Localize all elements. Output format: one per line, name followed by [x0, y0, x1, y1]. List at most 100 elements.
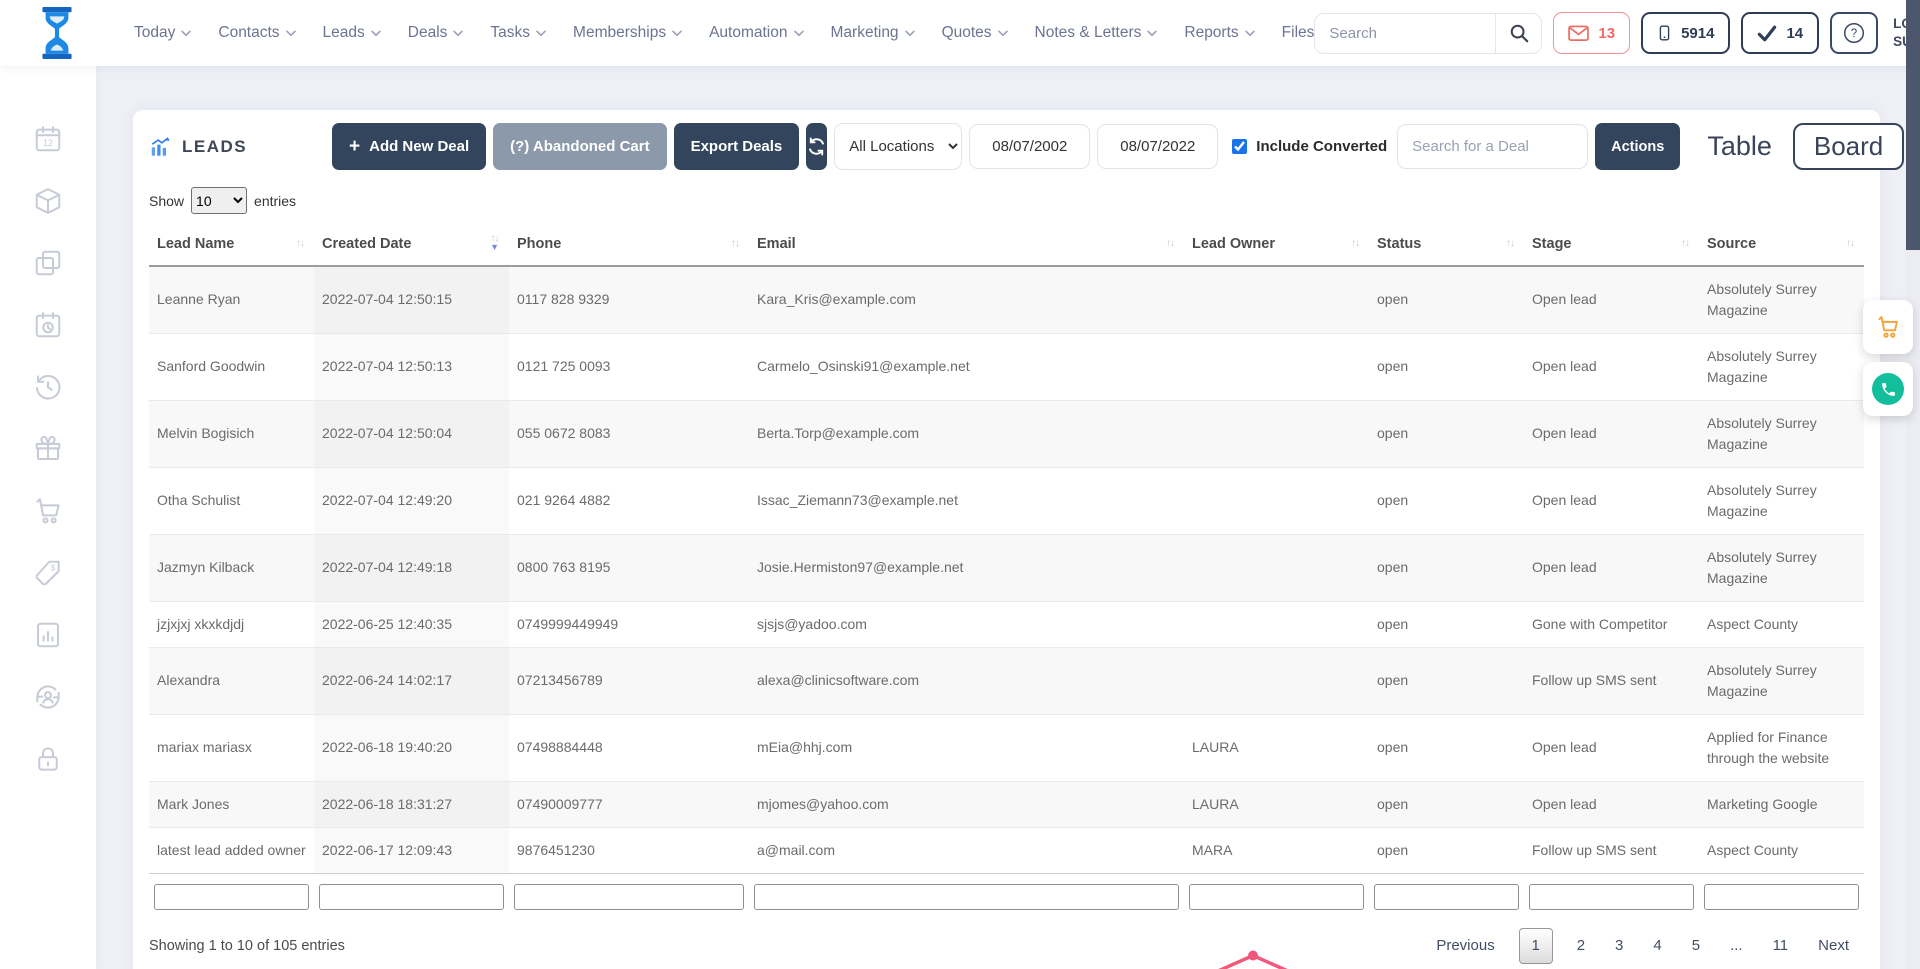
refresh-button[interactable]	[806, 123, 827, 170]
cell-stage: Open lead	[1524, 714, 1699, 781]
view-board-button[interactable]: Board	[1793, 123, 1904, 170]
column-header-created-date[interactable]: Created Date↑↓▼	[314, 226, 509, 266]
page-next[interactable]: Next	[1803, 929, 1864, 962]
nav-contacts[interactable]: Contacts	[218, 24, 295, 42]
lock-icon[interactable]	[33, 744, 63, 774]
page-5[interactable]: 5	[1677, 929, 1715, 962]
column-header-source[interactable]: Source↑↓	[1699, 226, 1864, 266]
nav-leads[interactable]: Leads	[323, 24, 381, 42]
cell-email: sjsjs@yadoo.com	[749, 601, 1184, 647]
calls-badge[interactable]: 5914	[1641, 12, 1730, 54]
cell-email: alexa@clinicsoftware.com	[749, 647, 1184, 714]
copy-icon[interactable]	[33, 248, 63, 278]
date-to-input[interactable]	[1097, 124, 1218, 169]
column-header-phone[interactable]: Phone↑↓	[509, 226, 749, 266]
filter-input-source[interactable]	[1704, 884, 1859, 910]
nav-deals[interactable]: Deals	[408, 24, 464, 42]
page-4[interactable]: 4	[1638, 929, 1676, 962]
cell-name: latest lead added owner	[149, 827, 314, 873]
nav-automation[interactable]: Automation	[709, 24, 803, 42]
table-row[interactable]: Jazmyn Kilback2022-07-04 12:49:180800 76…	[149, 534, 1864, 601]
table-row[interactable]: Alexandra2022-06-24 14:02:1707213456789a…	[149, 647, 1864, 714]
page-2[interactable]: 2	[1562, 929, 1600, 962]
location-select[interactable]: All Locations	[834, 123, 962, 170]
help-button[interactable]: ?	[1830, 12, 1878, 54]
show-entries: Show 10 entries	[149, 187, 1864, 214]
cell-created: 2022-07-04 12:49:20	[314, 467, 509, 534]
history-icon[interactable]	[33, 372, 63, 402]
date-from-input[interactable]	[969, 124, 1090, 169]
cell-source: Absolutely Surrey Magazine	[1699, 266, 1864, 334]
search-icon	[1509, 23, 1529, 43]
table-row[interactable]: Melvin Bogisich2022-07-04 12:50:04055 06…	[149, 400, 1864, 467]
user-sync-icon[interactable]	[33, 682, 63, 712]
nav-notes-letters[interactable]: Notes & Letters	[1035, 24, 1158, 42]
column-header-lead-name[interactable]: Lead Name↑↓	[149, 226, 314, 266]
add-new-deal-button[interactable]: + Add New Deal	[332, 123, 486, 170]
view-table-button[interactable]: Table	[1701, 130, 1778, 163]
actions-button[interactable]: Actions	[1595, 123, 1680, 170]
filter-input-lead-owner[interactable]	[1189, 884, 1364, 910]
table-row[interactable]: Sanford Goodwin2022-07-04 12:50:130121 7…	[149, 333, 1864, 400]
sort-icon: ↑↓	[296, 240, 304, 249]
tasks-badge[interactable]: 14	[1741, 12, 1819, 54]
table-row[interactable]: Leanne Ryan2022-07-04 12:50:150117 828 9…	[149, 266, 1864, 334]
page-3[interactable]: 3	[1600, 929, 1638, 962]
nav-files[interactable]: Files	[1282, 24, 1315, 42]
chevron-down-icon	[1147, 30, 1157, 37]
cell-status: open	[1369, 467, 1524, 534]
filter-input-status[interactable]	[1374, 884, 1519, 910]
filter-input-email[interactable]	[754, 884, 1179, 910]
filter-input-phone[interactable]	[514, 884, 744, 910]
search-input[interactable]	[1315, 25, 1495, 42]
page-previous[interactable]: Previous	[1421, 929, 1509, 962]
cart-icon[interactable]	[33, 496, 63, 526]
scrollbar-thumb[interactable]	[1906, 0, 1920, 250]
page-current[interactable]: 1	[1519, 928, 1553, 964]
report-icon[interactable]	[33, 620, 63, 650]
column-header-email[interactable]: Email↑↓	[749, 226, 1184, 266]
export-deals-button[interactable]: Export Deals	[674, 123, 800, 170]
deal-search-input[interactable]	[1397, 124, 1588, 169]
price-tag-icon[interactable]: $	[33, 558, 63, 588]
table-row[interactable]: Mark Jones2022-06-18 18:31:2707490009777…	[149, 781, 1864, 827]
nav-quotes[interactable]: Quotes	[942, 24, 1008, 42]
table-row[interactable]: latest lead added owner2022-06-17 12:09:…	[149, 827, 1864, 873]
abandoned-cart-button[interactable]: (?) Abandoned Cart	[493, 123, 666, 170]
filter-input-lead-name[interactable]	[154, 884, 309, 910]
include-converted-checkbox[interactable]	[1232, 139, 1247, 154]
app-logo[interactable]	[36, 7, 78, 59]
table-row[interactable]: mariax mariasx2022-06-18 19:40:200749888…	[149, 714, 1864, 781]
page-ellipsis[interactable]: ...	[1715, 929, 1758, 962]
cell-name: Alexandra	[149, 647, 314, 714]
nav-today[interactable]: Today	[134, 24, 191, 42]
package-icon[interactable]	[33, 186, 63, 216]
nav-tasks[interactable]: Tasks	[490, 24, 546, 42]
entries-select[interactable]: 10	[191, 187, 247, 214]
column-header-status[interactable]: Status↑↓	[1369, 226, 1524, 266]
abandoned-cart-widget[interactable]	[1863, 300, 1913, 354]
cell-created: 2022-06-18 19:40:20	[314, 714, 509, 781]
search-button[interactable]	[1495, 14, 1541, 53]
filter-input-stage[interactable]	[1529, 884, 1694, 910]
messages-badge[interactable]: 13	[1553, 12, 1630, 54]
nav-memberships[interactable]: Memberships	[573, 24, 682, 42]
chevron-down-icon	[794, 30, 804, 37]
showing-entries-text: Showing 1 to 10 of 105 entries	[149, 938, 345, 954]
call-widget[interactable]	[1863, 362, 1913, 416]
nav-reports[interactable]: Reports	[1184, 24, 1254, 42]
calendar-icon[interactable]: 12	[33, 124, 63, 154]
table-row[interactable]: jzjxjxj xkxkdjdj2022-06-25 12:40:3507499…	[149, 601, 1864, 647]
cell-name: Mark Jones	[149, 781, 314, 827]
table-row[interactable]: Otha Schulist2022-07-04 12:49:20021 9264…	[149, 467, 1864, 534]
nav-marketing[interactable]: Marketing	[831, 24, 915, 42]
column-header-lead-owner[interactable]: Lead Owner↑↓	[1184, 226, 1369, 266]
cell-email: mjomes@yahoo.com	[749, 781, 1184, 827]
gift-icon[interactable]	[33, 434, 63, 464]
calendar-event-icon[interactable]	[33, 310, 63, 340]
column-header-stage[interactable]: Stage↑↓	[1524, 226, 1699, 266]
filter-input-created-date[interactable]	[319, 884, 504, 910]
cell-email: a@mail.com	[749, 827, 1184, 873]
page-11[interactable]: 11	[1758, 929, 1804, 962]
table-body: Leanne Ryan2022-07-04 12:50:150117 828 9…	[149, 266, 1864, 874]
